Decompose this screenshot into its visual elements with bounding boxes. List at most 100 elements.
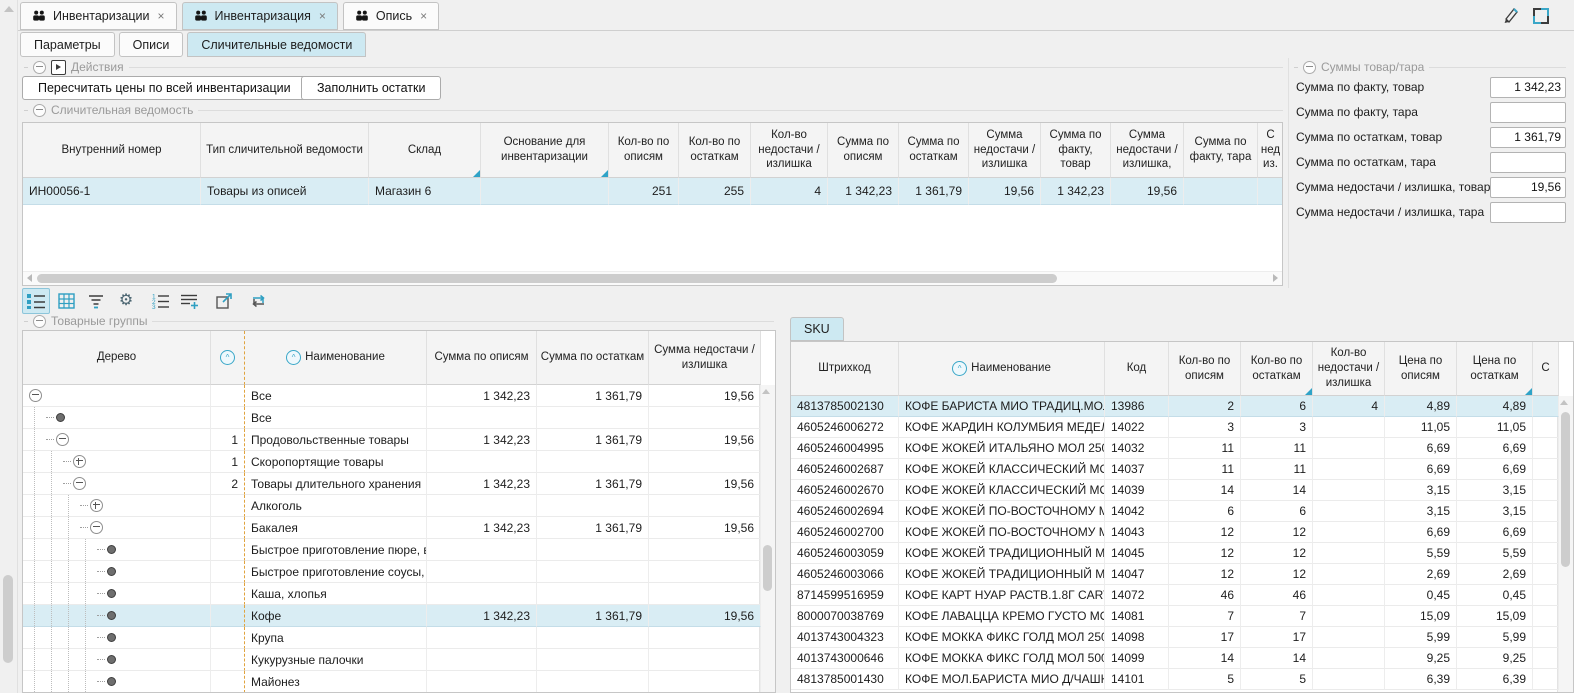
- sku-col-header[interactable]: Штрихкод: [791, 342, 899, 396]
- sku-col-header[interactable]: Код: [1105, 342, 1169, 396]
- statement-col-header[interactable]: Сумма по описям: [828, 123, 899, 178]
- sku-col-header[interactable]: Цена по описям: [1385, 342, 1457, 396]
- sku-row[interactable]: 4605246002687КОФЕ ЖОКЕЙ КЛАССИЧЕСКИЙ МО.…: [791, 459, 1559, 480]
- close-icon[interactable]: ×: [158, 10, 165, 22]
- sku-row[interactable]: 4605246004995КОФЕ ЖОКЕЙ ИТАЛЬЯНО МОЛ 250…: [791, 438, 1559, 459]
- tab-inventarizacii[interactable]: Инвентаризации ×: [20, 2, 177, 30]
- sum-field-input[interactable]: [1490, 77, 1566, 98]
- tree-node-cell[interactable]: [23, 671, 211, 693]
- tree-node-cell[interactable]: [23, 561, 211, 583]
- sku-row[interactable]: 4605246003066КОФЕ ЖОКЕЙ ТРАДИЦИОННЫЙ МО1…: [791, 564, 1559, 585]
- scrollbar-thumb[interactable]: [763, 545, 772, 591]
- sku-col-header[interactable]: Кол-во недостачи / излишка: [1313, 342, 1385, 396]
- tree-row[interactable]: Кофе1 342,231 361,7919,56: [23, 605, 761, 627]
- sum-field-input[interactable]: [1490, 202, 1566, 223]
- collapse-icon[interactable]: [33, 104, 46, 117]
- scroll-up-icon[interactable]: [1560, 400, 1568, 405]
- tree-col-header[interactable]: Дерево: [23, 331, 211, 385]
- tree-node-cell[interactable]: [23, 473, 211, 495]
- close-icon[interactable]: ×: [420, 10, 427, 22]
- tree-row[interactable]: Алкоголь: [23, 495, 761, 517]
- sku-row[interactable]: 8714599516959КОФЕ КАРТ НУАР РАСТВ.1.8Г C…: [791, 585, 1559, 606]
- expand-node-icon[interactable]: [90, 499, 103, 512]
- tab-opisi[interactable]: Описи: [119, 32, 184, 57]
- tree-node-cell[interactable]: [23, 385, 211, 407]
- tab-inventarizaciya[interactable]: Инвентаризация ×: [182, 2, 338, 30]
- tab-parametry[interactable]: Параметры: [20, 32, 115, 57]
- sku-col-header[interactable]: ^Наименование: [899, 342, 1105, 396]
- sum-field-input[interactable]: [1490, 127, 1566, 148]
- statement-h-scrollbar[interactable]: [23, 271, 1282, 285]
- scrollbar-thumb[interactable]: [37, 274, 1057, 283]
- expand-node-icon[interactable]: [73, 455, 86, 468]
- tree-row[interactable]: Все: [23, 407, 761, 429]
- tree-node-cell[interactable]: [23, 539, 211, 561]
- tree-row[interactable]: Кукурузные палочки: [23, 649, 761, 671]
- tree-row[interactable]: Майонез: [23, 671, 761, 693]
- collapse-icon[interactable]: [33, 315, 46, 328]
- tree-node-cell[interactable]: [23, 429, 211, 451]
- statement-col-header[interactable]: Основание для инвентаризации: [481, 123, 609, 178]
- tree-node-cell[interactable]: [23, 649, 211, 671]
- tree-node-cell[interactable]: [23, 583, 211, 605]
- sum-field-input[interactable]: [1490, 102, 1566, 123]
- scroll-right-icon[interactable]: [1273, 274, 1278, 282]
- tree-row[interactable]: 1Продовольственные товары1 342,231 361,7…: [23, 429, 761, 451]
- statement-col-header[interactable]: Внутренний номер: [23, 123, 201, 178]
- collapse-node-icon[interactable]: [90, 521, 103, 534]
- collapse-node-icon[interactable]: [73, 477, 86, 490]
- sku-row[interactable]: 4605246002700КОФЕ ЖОКЕЙ ПО-ВОСТОЧНОМУ М1…: [791, 522, 1559, 543]
- statement-col-header[interactable]: С нед из.: [1258, 123, 1283, 178]
- collapse-node-icon[interactable]: [56, 433, 69, 446]
- tree-col-header[interactable]: Сумма недостачи / излишка: [649, 331, 761, 385]
- statement-col-header[interactable]: Сумма недостачи / излишка: [969, 123, 1041, 178]
- list-view-icon[interactable]: [22, 288, 50, 314]
- fullscreen-icon[interactable]: [1530, 5, 1552, 27]
- statement-row[interactable]: ИН00056-1Товары из описейМагазин 6251255…: [23, 178, 1283, 205]
- sku-row[interactable]: 4813785002130КОФЕ БАРИСТА МИО ТРАДИЦ.МОЛ…: [791, 396, 1559, 417]
- tree-row[interactable]: Все1 342,231 361,7919,56: [23, 385, 761, 407]
- tab-slichitelnye-vedomosti[interactable]: Сличительные ведомости: [187, 32, 366, 57]
- close-icon[interactable]: ×: [319, 10, 326, 22]
- sku-row[interactable]: 4605246006272КОФЕ ЖАРДИН КОЛУМБИЯ МЕДЕЛ.…: [791, 417, 1559, 438]
- page-vertical-scrollbar[interactable]: [0, 0, 18, 693]
- settings-gear-icon[interactable]: ⚙: [112, 288, 140, 314]
- tree-col-header[interactable]: ^Наименование: [245, 331, 427, 385]
- statement-col-header[interactable]: Склад: [369, 123, 481, 178]
- sku-row[interactable]: 4813785001430КОФЕ МОЛ.БАРИСТА МИО Д/ЧАШК…: [791, 669, 1559, 690]
- tab-sku[interactable]: SKU: [790, 317, 844, 341]
- recalc-prices-button[interactable]: Пересчитать цены по всей инвентаризации: [22, 76, 307, 100]
- open-external-icon[interactable]: [210, 288, 238, 314]
- statement-col-header[interactable]: Сумма по факту, тара: [1184, 123, 1258, 178]
- tree-node-cell[interactable]: [23, 627, 211, 649]
- grid-view-icon[interactable]: [52, 288, 80, 314]
- tree-node-cell[interactable]: [23, 407, 211, 429]
- tree-node-cell[interactable]: [23, 517, 211, 539]
- tree-row[interactable]: Быстрое приготовление соусы, бульон: [23, 561, 761, 583]
- edit-pencil-icon[interactable]: [1500, 5, 1522, 27]
- tree-node-cell[interactable]: [23, 495, 211, 517]
- sku-row[interactable]: 4013743004323КОФЕ МОККА ФИКС ГОЛД МОЛ 25…: [791, 627, 1559, 648]
- sku-col-header[interactable]: С: [1533, 342, 1559, 396]
- statement-col-header[interactable]: Сумма по факту, товар: [1041, 123, 1111, 178]
- tree-node-cell[interactable]: [23, 605, 211, 627]
- scroll-left-icon[interactable]: [27, 274, 32, 282]
- tree-col-header[interactable]: Сумма по описям: [427, 331, 537, 385]
- statement-col-header[interactable]: Кол-во недостачи / излишка: [751, 123, 828, 178]
- tree-v-scrollbar[interactable]: [759, 385, 775, 692]
- sku-row[interactable]: 4013743000646КОФЕ МОККА ФИКС ГОЛД МОЛ 50…: [791, 648, 1559, 669]
- statement-col-header[interactable]: Кол-во по остаткам: [679, 123, 751, 178]
- sku-v-scrollbar[interactable]: [1557, 396, 1573, 692]
- statement-col-header[interactable]: Кол-во по описям: [609, 123, 679, 178]
- sum-field-input[interactable]: [1490, 177, 1566, 198]
- numbered-list-icon[interactable]: 123: [146, 288, 174, 314]
- tree-col-header[interactable]: ^: [211, 331, 245, 385]
- sku-row[interactable]: 4605246003059КОФЕ ЖОКЕЙ ТРАДИЦИОННЫЙ МО1…: [791, 543, 1559, 564]
- collapse-icon[interactable]: [33, 61, 46, 74]
- statement-col-header[interactable]: Тип сличительной ведомости: [201, 123, 369, 178]
- refresh-icon[interactable]: [244, 288, 272, 314]
- sum-field-input[interactable]: [1490, 152, 1566, 173]
- scrollbar-thumb[interactable]: [1561, 412, 1570, 567]
- tree-row[interactable]: Крупа: [23, 627, 761, 649]
- tree-row[interactable]: 1Скоропортящие товары: [23, 451, 761, 473]
